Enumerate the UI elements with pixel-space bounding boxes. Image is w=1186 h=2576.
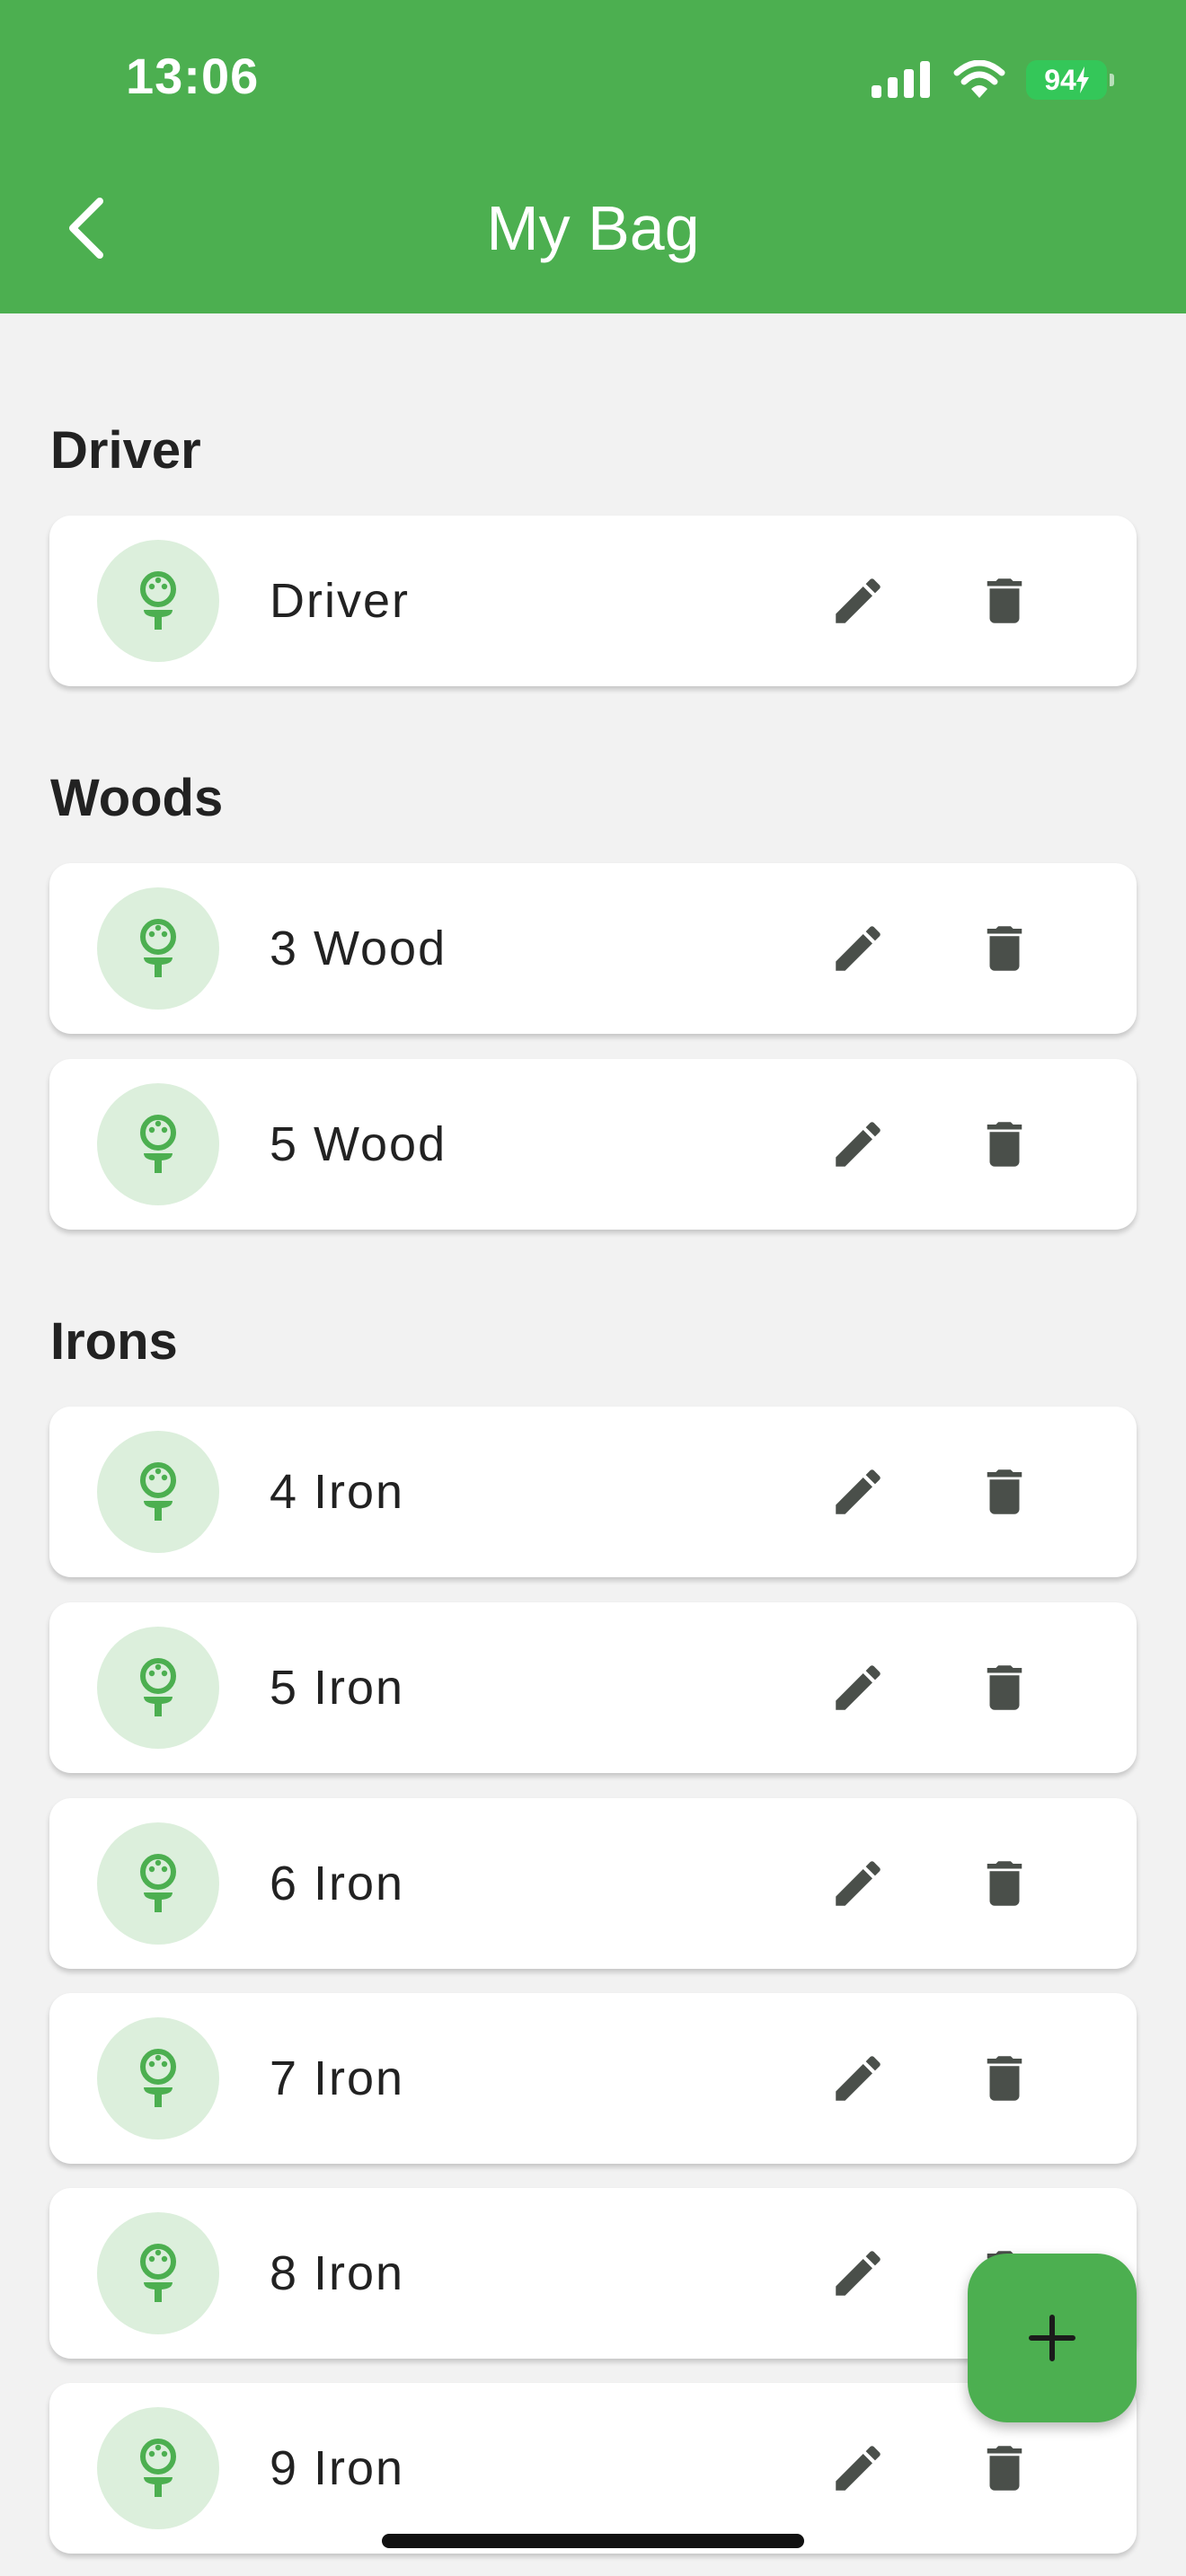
club-name: 8 Iron bbox=[270, 2246, 405, 2300]
pencil-icon bbox=[836, 926, 881, 971]
club-name: 6 Iron bbox=[270, 1857, 405, 1910]
club-card[interactable]: 4 Iron bbox=[49, 1407, 1137, 1577]
app-bar: 13:06 94 My Bag bbox=[0, 0, 1186, 313]
club-avatar bbox=[97, 2017, 219, 2139]
delete-button[interactable] bbox=[951, 1438, 1058, 1546]
add-club-button[interactable] bbox=[968, 2254, 1137, 2422]
club-avatar bbox=[97, 2212, 219, 2334]
edit-button[interactable] bbox=[804, 2219, 912, 2327]
delete-button[interactable] bbox=[951, 547, 1058, 655]
delete-button[interactable] bbox=[951, 895, 1058, 1002]
club-card[interactable]: 7 Iron bbox=[49, 1993, 1137, 2164]
pencil-icon bbox=[836, 2251, 881, 2296]
status-time: 13:06 bbox=[126, 48, 260, 104]
status-icons: 94 bbox=[872, 57, 1114, 102]
charging-bolt-icon bbox=[1075, 66, 1089, 93]
pencil-icon bbox=[836, 1469, 881, 1514]
trash-icon bbox=[987, 1665, 1022, 1710]
delete-button[interactable] bbox=[951, 1634, 1058, 1742]
trash-icon bbox=[987, 1122, 1022, 1167]
edit-button[interactable] bbox=[804, 1830, 912, 1937]
club-card[interactable]: 5 Iron bbox=[49, 1602, 1137, 1773]
edit-button[interactable] bbox=[804, 547, 912, 655]
delete-button[interactable] bbox=[951, 2414, 1058, 2522]
pencil-icon bbox=[836, 2056, 881, 2101]
section-title-driver: Driver bbox=[50, 421, 201, 480]
edit-button[interactable] bbox=[804, 1090, 912, 1198]
pencil-icon bbox=[836, 578, 881, 623]
club-card[interactable]: 3 Wood bbox=[49, 863, 1137, 1034]
edit-button[interactable] bbox=[804, 1438, 912, 1546]
golf-ball-tee-icon bbox=[140, 1854, 176, 1912]
battery-cap bbox=[1110, 74, 1114, 86]
trash-icon bbox=[987, 2446, 1022, 2491]
golf-ball-tee-icon bbox=[140, 1462, 176, 1521]
battery-level: 94 bbox=[1044, 63, 1076, 96]
section-title-woods: Woods bbox=[50, 769, 224, 827]
club-name: 5 Iron bbox=[270, 1661, 405, 1715]
club-name: 3 Wood bbox=[270, 922, 447, 975]
club-name: Driver bbox=[270, 574, 410, 628]
edit-button[interactable] bbox=[804, 2025, 912, 2132]
club-card[interactable]: 9 Iron bbox=[49, 2383, 1137, 2554]
delete-button[interactable] bbox=[951, 2025, 1058, 2132]
trash-icon bbox=[987, 926, 1022, 971]
golf-ball-tee-icon bbox=[140, 2439, 176, 2497]
club-avatar bbox=[97, 540, 219, 662]
club-card[interactable]: 5 Wood bbox=[49, 1059, 1137, 1230]
club-avatar bbox=[97, 1431, 219, 1553]
page-title: My Bag bbox=[486, 193, 700, 263]
golf-ball-tee-icon bbox=[140, 1658, 176, 1716]
section-title-irons: Irons bbox=[50, 1312, 178, 1371]
golf-ball-tee-icon bbox=[140, 919, 176, 977]
pencil-icon bbox=[836, 1861, 881, 1906]
club-name: 5 Wood bbox=[270, 1117, 447, 1171]
club-name: 7 Iron bbox=[270, 2051, 405, 2105]
club-avatar bbox=[97, 2407, 219, 2529]
golf-ball-tee-icon bbox=[140, 2244, 176, 2302]
club-avatar bbox=[97, 887, 219, 1010]
trash-icon bbox=[987, 1861, 1022, 1906]
golf-ball-tee-icon bbox=[140, 1115, 176, 1173]
home-indicator bbox=[382, 2534, 804, 2548]
club-avatar bbox=[97, 1822, 219, 1945]
wifi-icon bbox=[953, 60, 1005, 98]
trash-icon bbox=[987, 1469, 1022, 1514]
plus-icon bbox=[1029, 2315, 1075, 2361]
signal-icon bbox=[872, 61, 930, 98]
trash-icon bbox=[987, 2056, 1022, 2101]
pencil-icon bbox=[836, 1122, 881, 1167]
edit-button[interactable] bbox=[804, 1634, 912, 1742]
delete-button[interactable] bbox=[951, 1090, 1058, 1198]
club-avatar bbox=[97, 1627, 219, 1749]
pencil-icon bbox=[836, 2446, 881, 2491]
edit-button[interactable] bbox=[804, 2414, 912, 2522]
club-avatar bbox=[97, 1083, 219, 1205]
pencil-icon bbox=[836, 1665, 881, 1710]
battery-icon: 94 bbox=[1026, 60, 1114, 100]
edit-button[interactable] bbox=[804, 895, 912, 1002]
club-name: 9 Iron bbox=[270, 2441, 405, 2495]
golf-ball-tee-icon bbox=[140, 2049, 176, 2107]
club-card[interactable]: 6 Iron bbox=[49, 1798, 1137, 1969]
trash-icon bbox=[987, 578, 1022, 623]
club-card[interactable]: Driver bbox=[49, 516, 1137, 686]
club-name: 4 Iron bbox=[270, 1465, 405, 1519]
golf-ball-tee-icon bbox=[140, 571, 176, 630]
delete-button[interactable] bbox=[951, 1830, 1058, 1937]
